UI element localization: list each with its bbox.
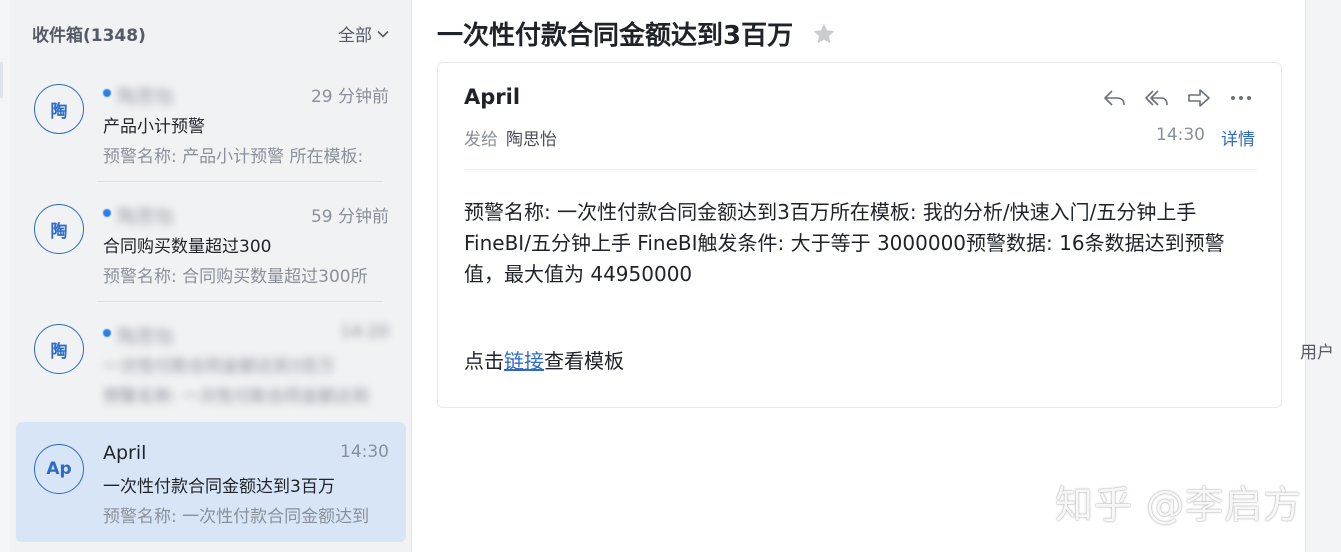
mail-detail-pane: 一次性付款合同金额达到3百万 April 发给 陶思怡 14:30 详情 预警名… [413, 0, 1305, 552]
recipient-row: 发给 陶思怡 [464, 125, 557, 150]
mail-time: 59 分钟前 [310, 207, 389, 227]
link-prefix: 点击 [464, 349, 504, 373]
forward-icon [1188, 89, 1210, 107]
message-sender: April [464, 85, 521, 109]
recipient-name: 陶思怡 [506, 130, 557, 150]
sender-row: 陶思怡 29 分钟前 [103, 82, 389, 108]
mail-list-panel: 收件箱(1348) 全部 陶 陶思怡 29 分钟前 产品小计预警 预警名称: 产… [10, 0, 412, 552]
filter-dropdown[interactable]: 全部 [338, 21, 390, 46]
inbox-title: 收件箱(1348) [32, 26, 146, 46]
filter-label: 全部 [338, 26, 372, 46]
mail-preview: 预警名称: 合同购买数量超过300所 [103, 267, 368, 287]
mail-subject: 一次性付款合同金额达到3百万 [103, 477, 335, 497]
message-card: April 发给 陶思怡 14:30 详情 预警名称: 一次性付款合同金额达到3百… [437, 62, 1282, 408]
mail-subject: 合同购买数量超过300 [103, 237, 272, 257]
chevron-down-icon [377, 30, 389, 38]
template-link-line: 点击链接查看模板 [464, 345, 624, 374]
mail-title-row: 一次性付款合同金额达到3百万 [437, 15, 837, 52]
watermark: 知乎 @李启方 [1055, 483, 1303, 527]
template-link[interactable]: 链接 [504, 349, 544, 373]
mail-list-item[interactable]: 陶 陶思怡 59 分钟前 合同购买数量超过300 预警名称: 合同购买数量超过3… [16, 182, 406, 302]
header-divider [464, 169, 1257, 170]
mail-list-header: 收件箱(1348) 全部 [10, 0, 412, 64]
reply-all-icon [1145, 90, 1168, 106]
more-button[interactable] [1227, 85, 1255, 111]
sender-row: 陶思怡 59 分钟前 [103, 202, 389, 228]
mail-subject: 一次性付款合同金额达到3百万 [103, 357, 335, 377]
message-body: 预警名称: 一次性付款合同金额达到3百万所在模板: 我的分析/快速入门/五分钟上… [464, 200, 1225, 286]
mail-list-item[interactable]: 陶 陶思怡 29 分钟前 产品小计预警 预警名称: 产品小计预警 所在模板: [16, 62, 406, 182]
to-label: 发给 [464, 130, 498, 150]
link-suffix: 查看模板 [544, 349, 624, 373]
avatar: Ap [34, 444, 84, 494]
mail-title: 一次性付款合同金额达到3百万 [437, 21, 794, 51]
mail-time: 29 分钟前 [310, 87, 389, 107]
reply-button[interactable] [1101, 85, 1129, 111]
mail-preview: 预警名称: 产品小计预警 所在模板: [103, 147, 364, 167]
sender-name: April [103, 442, 147, 464]
mail-subject: 产品小计预警 [103, 117, 205, 137]
mail-list-item-selected[interactable]: Ap April 14:30 一次性付款合同金额达到3百万 预警名称: 一次性付… [16, 422, 406, 542]
message-meta: 14:30 详情 [1156, 125, 1255, 150]
message-actions [1101, 85, 1255, 111]
right-gutter [1305, 0, 1341, 552]
left-strip [0, 0, 10, 552]
sender-name: 陶思怡 [117, 86, 175, 108]
reply-icon [1104, 90, 1125, 106]
gutter-text: 用户 [1300, 343, 1334, 363]
unread-dot [103, 329, 111, 337]
mail-preview: 预警名称: 一次性付款合同金额达到 [103, 507, 370, 527]
reply-all-button[interactable] [1143, 85, 1171, 111]
mail-time: 14:30 [340, 442, 389, 462]
forward-button[interactable] [1185, 85, 1213, 111]
avatar: 陶 [34, 324, 84, 374]
sender-name: 陶思怡 [117, 326, 175, 348]
avatar: 陶 [34, 204, 84, 254]
details-link[interactable]: 详情 [1221, 125, 1255, 150]
unread-dot [103, 89, 111, 97]
star-icon[interactable] [811, 21, 837, 47]
mail-time: 14:20 [340, 322, 389, 342]
more-icon [1231, 96, 1251, 100]
sender-row: April 14:30 [103, 442, 389, 466]
message-time: 14:30 [1156, 125, 1205, 145]
mail-preview: 预警名称: 一次性付款合同金额达到 [103, 387, 370, 407]
unread-dot [103, 209, 111, 217]
nav-indicator [0, 62, 3, 98]
avatar: 陶 [34, 84, 84, 134]
mail-list-item[interactable]: 陶 陶思怡 14:20 一次性付款合同金额达到3百万 预警名称: 一次性付款合同… [16, 302, 406, 422]
sender-name: 陶思怡 [117, 206, 175, 228]
sender-row: 陶思怡 14:20 [103, 322, 389, 348]
